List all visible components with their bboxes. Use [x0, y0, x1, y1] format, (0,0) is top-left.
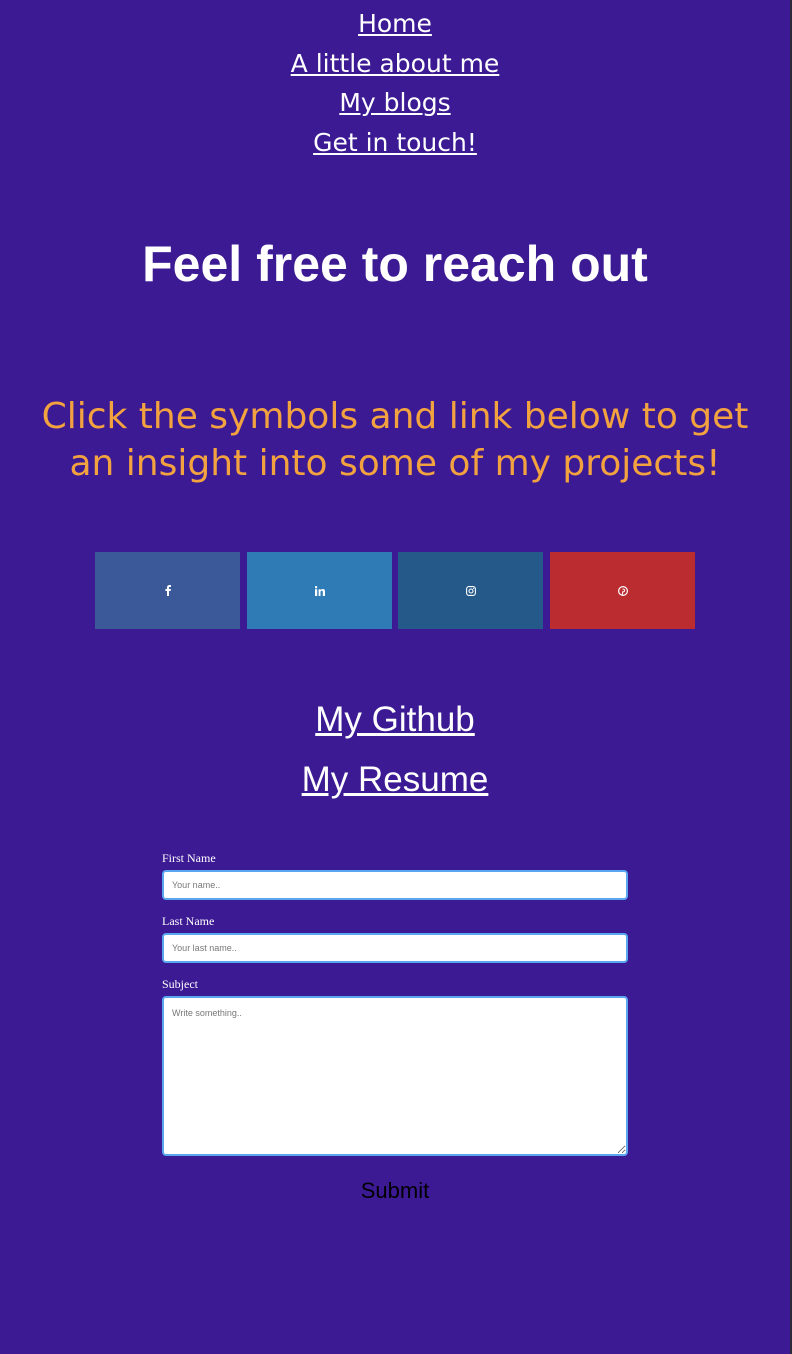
first-name-label: First Name: [162, 851, 216, 865]
instagram-icon: [465, 585, 476, 596]
nav-link-blogs[interactable]: My blogs: [0, 83, 790, 123]
contact-form: First Name Last Name Subject: [162, 850, 628, 1156]
page-title: Feel free to reach out: [142, 236, 648, 292]
top-nav: Home A little about me My blogs Get in t…: [0, 4, 790, 162]
submit-row: Submit: [0, 1176, 790, 1206]
page-subtitle: Click the symbols and link below to get …: [41, 396, 749, 484]
resume-link[interactable]: My Resume: [0, 750, 790, 810]
subject-label: Subject: [162, 977, 198, 991]
nav-link-contact[interactable]: Get in touch!: [0, 123, 790, 163]
nav-link-about[interactable]: A little about me: [0, 44, 790, 84]
subject-field[interactable]: [162, 996, 628, 1156]
project-links: My Github My Resume: [0, 690, 790, 810]
linkedin-icon: [314, 585, 325, 596]
last-name-label: Last Name: [162, 914, 215, 928]
facebook-icon: [164, 585, 171, 596]
nav-link-home[interactable]: Home: [0, 4, 790, 44]
pinterest-icon: [617, 585, 628, 596]
linkedin-button[interactable]: [247, 552, 392, 629]
first-name-field[interactable]: [162, 870, 628, 900]
github-link[interactable]: My Github: [0, 690, 790, 750]
last-name-field[interactable]: [162, 933, 628, 963]
instagram-button[interactable]: [398, 552, 543, 629]
facebook-button[interactable]: [95, 552, 240, 629]
social-buttons: [95, 552, 695, 629]
pinterest-button[interactable]: [550, 552, 695, 629]
submit-button[interactable]: Submit: [361, 1176, 429, 1206]
